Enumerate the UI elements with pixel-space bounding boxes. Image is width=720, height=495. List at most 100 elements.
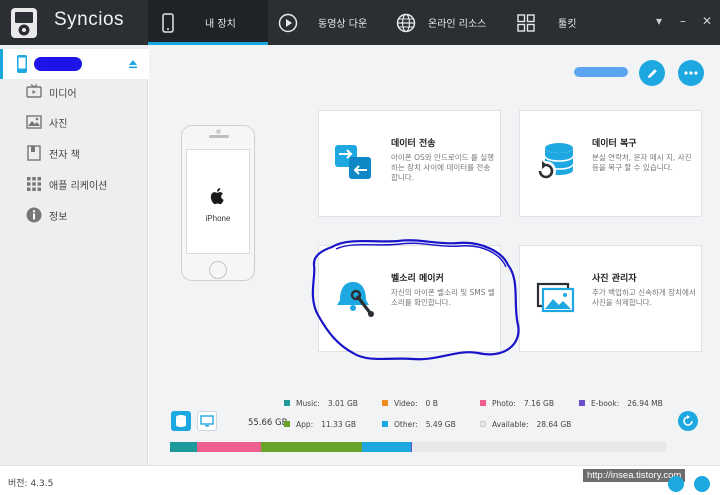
- legend-label: Music:: [296, 399, 320, 408]
- photo-swatch: [480, 400, 486, 406]
- more-options-button[interactable]: [678, 60, 704, 86]
- legend-label: Photo:: [492, 399, 516, 408]
- device-name-pill: [574, 67, 628, 77]
- legend-ebook: E-book: 26.94 MB: [579, 399, 663, 408]
- tab-label: 툴킷: [558, 19, 577, 30]
- legend-label: App:: [296, 420, 314, 429]
- usage-segment-other: [361, 442, 411, 452]
- tab-label: 동영상 다운: [318, 19, 368, 30]
- main-panel: iPhone 데이터 전송 아이폰 OS와 안드로이드 를 실행하는 장치 사이…: [149, 45, 720, 465]
- sidebar-item-label: 애플 리케이션: [49, 180, 108, 192]
- app-swatch: [284, 421, 290, 427]
- legend-other: Other: 5.49 GB: [382, 420, 456, 429]
- sidebar-item-label: 미디어: [49, 88, 77, 100]
- tab-online-resources[interactable]: 온라인 리소스: [384, 0, 504, 45]
- legend-label: Available:: [492, 420, 529, 429]
- app-name: Syncios: [54, 9, 125, 30]
- card-ringtone-maker[interactable]: 벨소리 메이커 자신의 아이폰 벨소리 및 SMS 벨소리를 확인합니다.: [318, 245, 501, 352]
- database-restore-icon: [536, 143, 574, 181]
- device-illustration: iPhone: [181, 125, 255, 281]
- apple-logo-icon: [210, 188, 224, 205]
- card-photo-manager[interactable]: 사진 관리자 추가 백업하고 신속하게 장치에서 사진을 삭제합니다.: [519, 245, 702, 352]
- card-data-transfer[interactable]: 데이터 전송 아이폰 OS와 안드로이드 를 실행하는 장치 사이에 데이터를 …: [318, 110, 501, 217]
- card-data-recovery[interactable]: 데이터 복구 분실 연락처, 문자 메시 지, 사진 등을 복구 할 수 있습니…: [519, 110, 702, 217]
- sidebar-item-ebook[interactable]: 전자 책: [0, 138, 148, 168]
- available-swatch: [480, 421, 486, 427]
- other-swatch: [382, 421, 388, 427]
- database-icon: [176, 415, 186, 427]
- sidebar-item-photos[interactable]: 사진: [0, 107, 148, 137]
- storage-view-database-button[interactable]: [171, 411, 191, 431]
- pencil-icon: [647, 68, 657, 78]
- camera-dot: [216, 129, 221, 134]
- sidebar-item-applications[interactable]: 애플 리케이션: [0, 169, 148, 199]
- ebook-swatch: [579, 400, 585, 406]
- sidebar-item-label: 사진: [49, 118, 68, 130]
- tab-video-download[interactable]: 동영상 다운: [268, 0, 384, 45]
- eject-icon[interactable]: [127, 58, 139, 70]
- usage-segment-music: [170, 442, 197, 452]
- photo-icon: [26, 115, 42, 129]
- version-label: 버전: 4.3.5: [8, 479, 54, 489]
- video-swatch: [382, 400, 388, 406]
- tab-label: 내 장치: [205, 19, 236, 30]
- ringtone-maker-icon: [337, 282, 374, 317]
- legend-value: 28.64 GB: [536, 420, 572, 429]
- legend-value: 7.16 GB: [523, 399, 554, 408]
- device-model-label: iPhone: [205, 214, 231, 223]
- dropdown-menu-icon[interactable]: ▾: [651, 13, 667, 29]
- refresh-button[interactable]: [678, 411, 698, 431]
- storage-view-device-button[interactable]: [197, 411, 217, 431]
- info-icon: [26, 207, 42, 223]
- play-icon: [278, 13, 298, 32]
- apps-grid-icon: [27, 177, 41, 191]
- legend-value: 3.01 GB: [327, 399, 358, 408]
- legend-value: 11.33 GB: [321, 420, 356, 429]
- top-bar: Syncios 내 장치 동영상 다운 온라인 리소스 툴킷 ▾ – ✕: [0, 0, 720, 45]
- card-title: 데이터 전송: [391, 139, 436, 149]
- status-bar: 버전: 4.3.5 http://insea.tistory.com: [0, 465, 720, 495]
- monitor-icon: [200, 415, 214, 427]
- more-dots-icon: [684, 71, 698, 75]
- phone-speaker: [209, 135, 229, 138]
- legend-app: App: 11.33 GB: [284, 420, 356, 429]
- twitter-icon[interactable]: [694, 476, 710, 492]
- device-row[interactable]: [0, 49, 148, 79]
- tab-label: 온라인 리소스: [428, 19, 487, 30]
- sidebar-item-label: 전자 책: [49, 149, 80, 161]
- legend-label: E-book:: [591, 399, 620, 408]
- legend-value: 0 B: [425, 399, 438, 408]
- usage-segment-app: [260, 442, 362, 452]
- legend-available: Available: 28.64 GB: [480, 420, 571, 429]
- device-name-redacted: [34, 57, 82, 71]
- card-title: 사진 관리자: [592, 274, 637, 284]
- tab-toolkit[interactable]: 툴킷: [504, 0, 604, 45]
- iphone-icon: [17, 55, 27, 73]
- transfer-icon: [335, 145, 371, 179]
- grid-icon: [517, 13, 535, 32]
- legend-value: 26.94 MB: [627, 399, 663, 408]
- globe-icon: [396, 13, 416, 32]
- edit-button[interactable]: [639, 60, 665, 86]
- legend-video: Video: 0 B: [382, 399, 438, 408]
- photo-manager-icon: [536, 282, 575, 313]
- legend-photo: Photo: 7.16 GB: [480, 399, 554, 408]
- storage-total: 55.66 GB: [248, 418, 288, 428]
- legend-label: Other:: [394, 420, 418, 429]
- sidebar-item-label: 정보: [49, 211, 68, 223]
- music-swatch: [284, 400, 290, 406]
- card-description: 자신의 아이폰 벨소리 및 SMS 벨소리를 확인합니다.: [391, 288, 495, 307]
- storage-usage-bar: [170, 442, 666, 452]
- minimize-icon[interactable]: –: [675, 13, 691, 29]
- legend-music: Music: 3.01 GB: [284, 399, 358, 408]
- legend-label: Video:: [394, 399, 418, 408]
- refresh-icon: [683, 415, 693, 426]
- selection-indicator: [0, 49, 3, 79]
- facebook-icon[interactable]: [668, 476, 684, 492]
- home-button: [209, 261, 227, 279]
- sidebar: 미디어 사진 전자 책 애플 리케이션 정보: [0, 45, 148, 465]
- close-icon[interactable]: ✕: [699, 13, 715, 29]
- tab-my-device[interactable]: 내 장치: [148, 0, 268, 45]
- sidebar-item-media[interactable]: 미디어: [0, 77, 148, 107]
- sidebar-item-info[interactable]: 정보: [0, 200, 148, 230]
